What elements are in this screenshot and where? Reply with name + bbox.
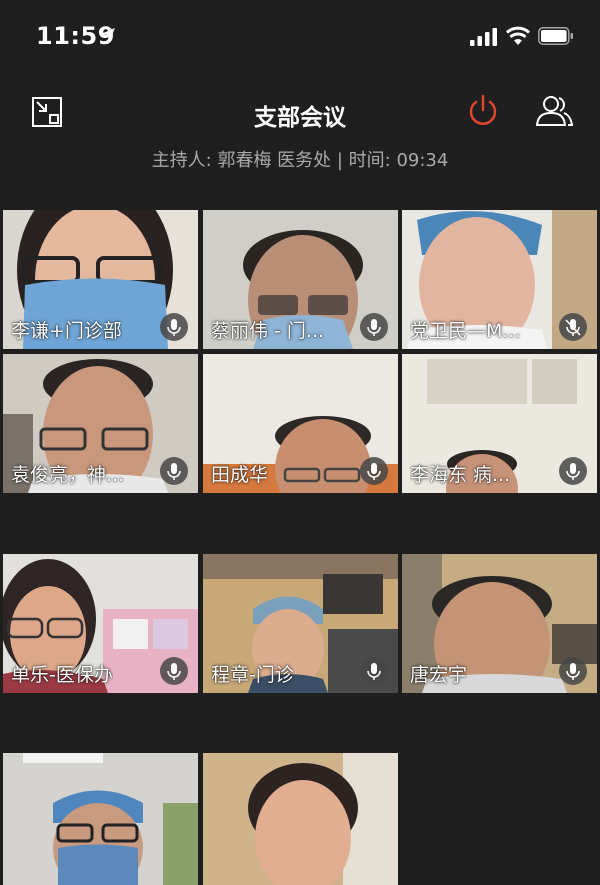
host-and-time-info: 主持人: 郭春梅 医务处 | 时间: 09:34 [151, 150, 449, 171]
participant-name: 李谦+门诊部 [11, 320, 122, 342]
microphone-icon [360, 457, 388, 485]
participant-tile-8[interactable]: 程章-门诊 [203, 554, 398, 693]
microphone-icon [160, 313, 188, 341]
participant-name: 袁俊亮，神... [11, 464, 125, 486]
video-grid: 李谦+门诊部 蔡丽伟 - 门... 党卫民—M... 袁俊亮，神... 田成华 … [3, 210, 597, 885]
participant-name: 蔡丽伟 - 门... [211, 320, 325, 342]
cellular-signal-icon [470, 28, 497, 46]
participant-tile-1[interactable]: 李谦+门诊部 [3, 210, 198, 349]
participant-tile-4[interactable]: 袁俊亮，神... [3, 354, 198, 493]
meeting-header [0, 72, 600, 202]
participant-name: 单乐-医保办 [11, 664, 113, 686]
microphone-icon [160, 457, 188, 485]
participant-tile-9[interactable]: 唐宏宇 [402, 554, 597, 693]
location-arrow-icon [101, 28, 115, 42]
participants-icon[interactable] [534, 94, 574, 128]
microphone-icon [360, 657, 388, 685]
participant-tile-11[interactable] [203, 753, 398, 885]
participant-name: 唐宏宇 [410, 664, 468, 686]
wifi-icon [506, 26, 530, 45]
participant-tile-6[interactable]: 李海东 病... [402, 354, 597, 493]
battery-icon [538, 27, 573, 45]
participant-tile-5[interactable]: 田成华 [203, 354, 398, 493]
participant-name: 程章-门诊 [211, 664, 294, 686]
participant-video-feed [3, 753, 198, 885]
status-bar: 11:59 [0, 0, 600, 72]
participant-tile-3[interactable]: 党卫民—M... [402, 210, 597, 349]
microphone-icon [360, 313, 388, 341]
participant-tile-2[interactable]: 蔡丽伟 - 门... [203, 210, 398, 349]
participant-name: 党卫民—M... [410, 320, 521, 342]
participant-video-feed [203, 753, 398, 885]
microphone-icon [559, 657, 587, 685]
microphone-muted-icon [559, 313, 587, 341]
meeting-title: 支部会议 [254, 105, 346, 131]
participant-name: 田成华 [211, 464, 269, 486]
participant-tile-10[interactable] [3, 753, 198, 885]
end-meeting-power-icon[interactable] [465, 93, 501, 129]
participant-name: 李海东 病... [410, 464, 511, 486]
microphone-icon [559, 457, 587, 485]
microphone-icon [160, 657, 188, 685]
participant-tile-7[interactable]: 单乐-医保办 [3, 554, 198, 693]
